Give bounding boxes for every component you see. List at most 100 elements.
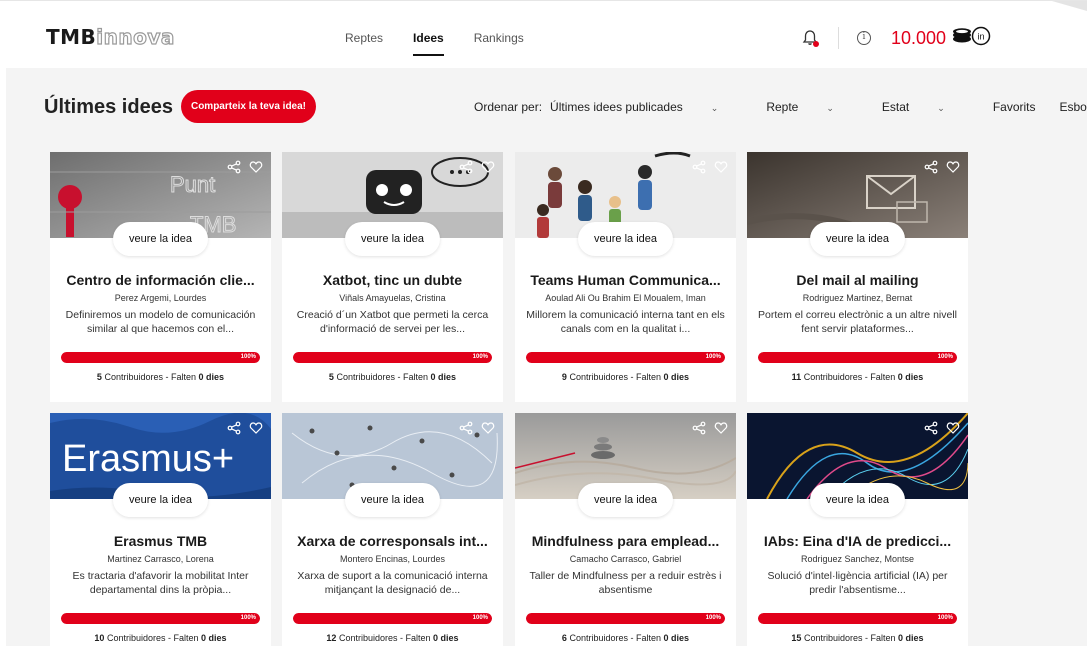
idea-description: Millorem la comunicació interna tant en … — [526, 309, 725, 335]
days-text: dies — [905, 633, 924, 643]
logo-text-tmb: TMB — [46, 25, 97, 49]
idea-card[interactable]: Erasmus+ veure la idea Erasmus TMB Marti… — [50, 413, 271, 646]
idea-title: Centro de información clie... — [66, 272, 255, 288]
idea-author: Rodriguez Sanchez, Montse — [800, 554, 915, 564]
share-icon[interactable] — [227, 160, 241, 179]
info-icon[interactable]: i — [857, 31, 871, 45]
idea-card[interactable]: veure la idea Xatbot, tinc un dubte Viña… — [282, 152, 503, 402]
notification-dot — [813, 41, 819, 47]
coins-linkedin-icon[interactable]: in — [952, 26, 992, 51]
idea-author: Viñals Amayuelas, Cristina — [339, 293, 446, 303]
filter-repte-dropdown[interactable]: Repte ⌄ — [766, 100, 858, 114]
idea-card[interactable]: veure la idea IAbs: Eina d'IA de predicc… — [747, 413, 968, 646]
progress-label: 100% — [705, 615, 721, 621]
notifications-bell-icon[interactable] — [800, 28, 820, 48]
filter-estat-dropdown[interactable]: Estat ⌄ — [882, 100, 969, 114]
filter-estat-label: Estat — [881, 100, 910, 114]
progress-bar: 100% — [61, 613, 260, 624]
share-icon[interactable] — [924, 421, 938, 440]
progress-fill: 100% — [526, 352, 725, 363]
share-icon[interactable] — [692, 421, 706, 440]
idea-card[interactable]: veure la idea Mindfulness para emplead..… — [515, 413, 736, 646]
view-idea-button[interactable]: veure la idea — [113, 483, 208, 517]
progress-bar: 100% — [526, 352, 725, 363]
corner-decoration-icon — [1052, 1, 1087, 11]
nav-idees[interactable]: Idees — [413, 31, 444, 56]
share-icon[interactable] — [924, 160, 938, 179]
idea-author: Montero Encinas, Lourdes — [339, 554, 446, 564]
progress-bar: 100% — [293, 613, 492, 624]
view-idea-button[interactable]: veure la idea — [810, 483, 905, 517]
idea-card[interactable]: veure la idea Del mail al mailing Rodrig… — [747, 152, 968, 402]
view-idea-button[interactable]: veure la idea — [578, 222, 673, 256]
idea-description: Portem el correu electrònic a un altre n… — [757, 309, 957, 335]
progress-label: 100% — [937, 354, 953, 360]
heart-icon[interactable] — [481, 421, 495, 440]
erasmus-logo-text: Erasmus+ — [62, 438, 234, 480]
card-actions — [227, 421, 263, 440]
idea-card[interactable]: veure la idea Xarxa de corresponsals int… — [282, 413, 503, 646]
days-count: 0 — [898, 633, 904, 643]
chevron-down-icon: ⌄ — [710, 103, 719, 113]
idea-description: Xarxa de suport a la comunicació interna… — [297, 570, 488, 596]
share-icon[interactable] — [692, 160, 706, 179]
share-icon[interactable] — [459, 160, 473, 179]
days-count: 0 — [201, 633, 207, 643]
idea-description: Es tractaria d'afavorir la mobilitat Int… — [72, 570, 249, 596]
view-idea-button[interactable]: veure la idea — [345, 483, 440, 517]
idea-card[interactable]: veure la idea Teams Human Communica... A… — [515, 152, 736, 402]
heart-icon[interactable] — [714, 160, 728, 179]
days-count: 0 — [663, 633, 669, 643]
idea-description: Creació d´un Xatbot que permeti la cerca… — [296, 309, 489, 335]
idea-footer: 5 Contribuidores - Falten 0 dies — [290, 372, 495, 382]
chevron-down-icon: ⌄ — [826, 103, 834, 113]
idea-author: Aoulad Ali Ou Brahim El Moualem, Iman — [545, 293, 706, 303]
days-count: 0 — [430, 372, 436, 382]
days-count: 0 — [433, 633, 439, 643]
heart-icon[interactable] — [714, 421, 728, 440]
view-idea-button[interactable]: veure la idea — [810, 222, 905, 256]
progress-label: 100% — [472, 354, 488, 360]
progress-bar: 100% — [526, 613, 725, 624]
points-balance: 10.000 — [891, 27, 947, 48]
view-idea-button[interactable]: veure la idea — [345, 222, 440, 256]
idea-footer: 9 Contribuidores - Falten 0 dies — [523, 372, 728, 382]
progress-fill: 100% — [758, 613, 957, 624]
card-actions — [692, 160, 728, 179]
share-idea-button[interactable]: Comparteix la teva idea! — [181, 90, 316, 123]
idea-footer: 12 Contribuidores - Falten 0 dies — [290, 633, 495, 643]
heart-icon[interactable] — [249, 421, 263, 440]
idea-footer: 10 Contribuidores - Falten 0 dies — [58, 633, 263, 643]
sort-dropdown[interactable]: Últimes idees publicades ⌄ — [550, 100, 742, 114]
view-idea-button[interactable]: veure la idea — [578, 483, 673, 517]
view-idea-button[interactable]: veure la idea — [113, 222, 208, 256]
progress-label: 100% — [937, 615, 953, 621]
progress-label: 100% — [705, 354, 721, 360]
idea-card[interactable]: Punt TMB veure la idea Centro de informa… — [50, 152, 271, 402]
chevron-down-icon: ⌄ — [937, 103, 945, 113]
heart-icon[interactable] — [946, 421, 960, 440]
share-icon[interactable] — [227, 421, 241, 440]
idea-title: Del mail al mailing — [796, 272, 919, 288]
filter-repte-label: Repte — [766, 100, 799, 114]
days-text: dies — [671, 372, 690, 382]
nav-rankings[interactable]: Rankings — [474, 31, 524, 56]
nav-reptes[interactable]: Reptes — [345, 31, 383, 56]
card-actions — [692, 421, 728, 440]
svg-text:Punt: Punt — [170, 172, 215, 197]
heart-icon[interactable] — [946, 160, 960, 179]
contributors-count: 6 — [561, 633, 567, 643]
idea-title: Erasmus TMB — [113, 533, 208, 549]
tmb-innova-logo[interactable]: TMBinnova — [46, 24, 175, 49]
progress-fill: 100% — [61, 613, 260, 624]
contributors-text: Contribuidores - Falten — [803, 633, 896, 643]
contributors-count: 5 — [96, 372, 102, 382]
sort-label: Ordenar per: — [474, 100, 543, 114]
header-divider — [838, 27, 839, 49]
esborranys-filter[interactable]: Esborranys — [1060, 100, 1087, 114]
heart-icon[interactable] — [481, 160, 495, 179]
favorits-filter[interactable]: Favorits — [993, 100, 1036, 114]
days-count: 0 — [897, 372, 903, 382]
heart-icon[interactable] — [249, 160, 263, 179]
share-icon[interactable] — [459, 421, 473, 440]
